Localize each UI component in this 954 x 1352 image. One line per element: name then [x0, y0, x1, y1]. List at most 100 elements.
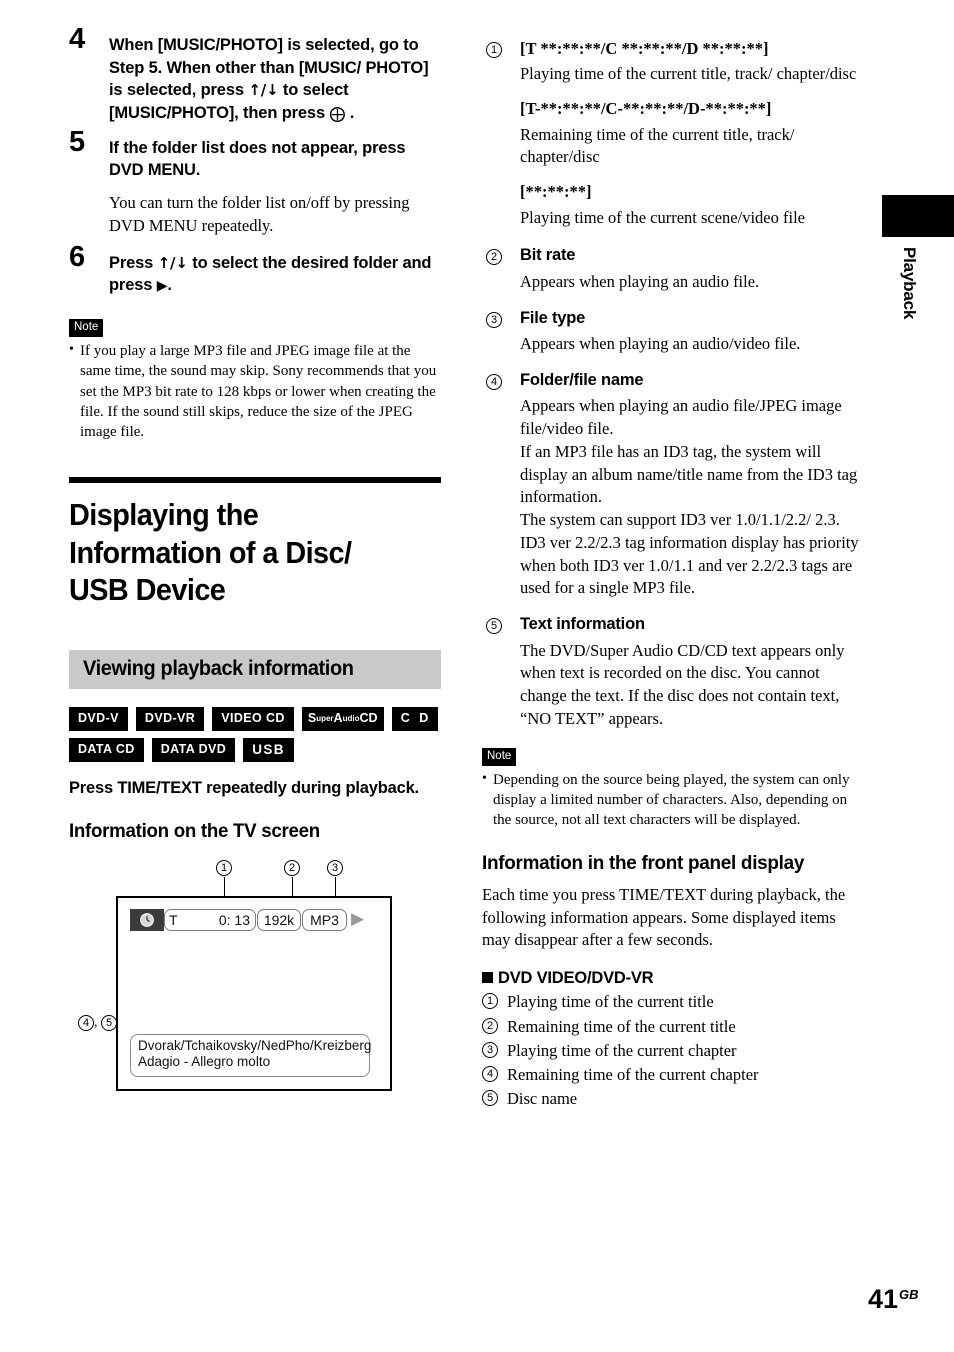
side-tab-marker [882, 195, 954, 237]
list-item-label: Remaining time of the current chapter [507, 1065, 759, 1084]
note-item: Depending on the source being played, th… [482, 769, 860, 831]
disc-badge-row: DVD-V DVD-VR VIDEO CD Super Audio CD C D [69, 707, 441, 731]
badge-sacd-uper: uper [316, 713, 334, 723]
item-description: Appears when playing an audio file/JPEG … [520, 396, 842, 438]
item-marker: 3 [486, 310, 502, 328]
figure-callout-4-5: 4, 5 [78, 1014, 117, 1031]
step-number: 5 [69, 125, 86, 158]
item-title-scene: [**:**:**] [520, 182, 592, 202]
note-item: If you play a large MP3 file and JPEG im… [69, 340, 441, 443]
figure-callout-3: 3 [327, 859, 343, 876]
updown-arrows-icon: ↑/↓ [248, 81, 279, 100]
page-number-value: 41 [868, 1284, 899, 1314]
front-panel-paragraph: Each time you press TIME/TEXT during pla… [482, 884, 846, 950]
info-item-1: 1 [T **:**:**/C **:**:**/D **:**:**] Pla… [482, 38, 860, 229]
item-marker: 4 [486, 372, 502, 390]
section-rule [69, 476, 441, 483]
osd-file-type: MP3 [302, 908, 347, 931]
circled-number: 5 [486, 618, 502, 635]
lead-instruction: Press TIME/TEXT repeatedly during playba… [69, 779, 419, 798]
info-item-2: 2 Bit rate Appears when playing an audio… [482, 245, 860, 293]
circled-number: 4 [482, 1066, 498, 1082]
circled-number: 5 [482, 1090, 498, 1107]
list-item-label: Disc name [507, 1089, 578, 1109]
item-description: The system can support ID3 ver 1.0/1.1/2… [520, 510, 840, 530]
item-description: Playing time of the current title, track… [520, 64, 857, 84]
item-description: Appears when playing an audio/video file… [520, 334, 801, 354]
info-item-4: 4 Folder/file name Appears when playing … [482, 370, 860, 600]
item-title: Bit rate [520, 246, 576, 265]
badge-data-cd: DATA CD [69, 737, 144, 763]
dvd-info-list: 1 Playing time of the current title 2 Rema… [482, 990, 860, 1111]
step-body: You can turn the folder list on/off by p… [109, 192, 410, 236]
subsection-title: Viewing playback information [83, 657, 354, 681]
step-heading-text-c: . [167, 276, 172, 295]
item-marker: 5 [486, 616, 502, 635]
step-heading-text-a: If the folder list does not appear, pres… [109, 138, 406, 180]
item-description: Appears when playing an audio file. [520, 271, 760, 291]
circled-number: 2 [482, 1017, 498, 1034]
circled-number: 1 [486, 42, 502, 58]
step-heading-text-c: . [345, 103, 355, 122]
callout-separator: , [94, 1014, 101, 1030]
osd-text-line-2: Adagio - Allegro molto [138, 1054, 271, 1070]
step-number: 4 [69, 23, 86, 55]
circled-number: 4 [486, 373, 502, 390]
osd-playing-time: T 0: 13 [164, 908, 256, 931]
badge-video-cd: VIDEO CD [212, 707, 294, 731]
page-region-code: GB [899, 1287, 919, 1302]
item-marker: 1 [486, 40, 502, 58]
osd-bit-rate: 192k [257, 908, 301, 931]
circled-number: 4 [78, 1014, 94, 1031]
list-item-label: Playing time of the current title [507, 992, 714, 1012]
circled-number: 2 [486, 249, 502, 266]
osd-text-information: Dvorak/Tchaikovsky/NedPho/Kreizberg Adag… [130, 1033, 372, 1077]
dvd-subhead-label: DVD VIDEO/DVD-VR [498, 969, 654, 988]
enter-button-icon: ⨁ [329, 103, 346, 123]
item-title: [T **:**:**/C **:**:**/D **:**:**] [520, 39, 769, 58]
figure-callout-2: 2 [284, 859, 300, 876]
circled-number: 3 [327, 859, 343, 876]
item-title: Text information [520, 615, 645, 634]
step-number: 6 [69, 240, 86, 273]
item-title: File type [520, 308, 586, 327]
item-title: Folder/file name [520, 370, 644, 389]
circled-number: 1 [482, 993, 498, 1010]
note-block-right: Note Depending on the source being playe… [482, 746, 860, 831]
badge-sacd-s: S [307, 711, 317, 726]
note-badge: Note [482, 748, 517, 766]
manual-page: 4 When [MUSIC/PHOTO] is selected, go to … [0, 0, 954, 1352]
item-marker: 2 [486, 247, 502, 266]
item-description-scene: Playing time of the current scene/video … [520, 207, 805, 227]
list-item: 2 Remaining time of the current title [482, 1015, 860, 1039]
badge-data-dvd: DATA DVD [151, 737, 236, 763]
step-heading: If the folder list does not appear, pres… [109, 137, 441, 182]
badge-dvd-v: DVD-V [69, 707, 128, 731]
front-panel-heading: Information in the front panel display [482, 851, 805, 874]
bullet-square-icon [482, 972, 493, 984]
dvd-subhead: DVD VIDEO/DVD-VR [482, 969, 860, 988]
side-tab-label: Playback [900, 247, 919, 320]
page-number: 41GB [868, 1286, 919, 1313]
updown-arrows-icon: ↑/↓ [157, 253, 188, 272]
list-item: 5 Disc name [482, 1087, 860, 1111]
step-6: 6 Press ↑/↓ to select the desired folder… [69, 242, 441, 297]
step-heading-text-a: Press [109, 253, 158, 272]
step-heading: When [MUSIC/PHOTO] is selected, go to St… [109, 34, 441, 125]
badge-sacd-a: A [333, 711, 343, 726]
step-5: 5 If the folder list does not appear, pr… [69, 127, 441, 238]
right-column: 1 [T **:**:**/C **:**:**/D **:**:**] Pla… [482, 38, 860, 1112]
item-description: The DVD/Super Audio CD/CD text appears o… [520, 640, 845, 728]
note-badge: Note [69, 319, 104, 337]
list-item: 4 Remaining time of the current chapter [482, 1063, 860, 1087]
badge-cd: C D [391, 707, 438, 731]
badge-usb: USB [243, 737, 294, 763]
clock-icon [130, 908, 164, 931]
note-list: Depending on the source being played, th… [482, 769, 860, 831]
osd-text-line-1: Dvorak/Tchaikovsky/NedPho/Kreizberg [138, 1037, 372, 1053]
list-item-label: Remaining time of the current title [507, 1016, 736, 1036]
badge-sacd-cd: CD [359, 711, 378, 726]
info-item-5: 5 Text information The DVD/Super Audio C… [482, 614, 860, 731]
left-column: 4 When [MUSIC/PHOTO] is selected, go to … [69, 25, 441, 1098]
subsection-bar: Viewing playback information [69, 650, 441, 690]
